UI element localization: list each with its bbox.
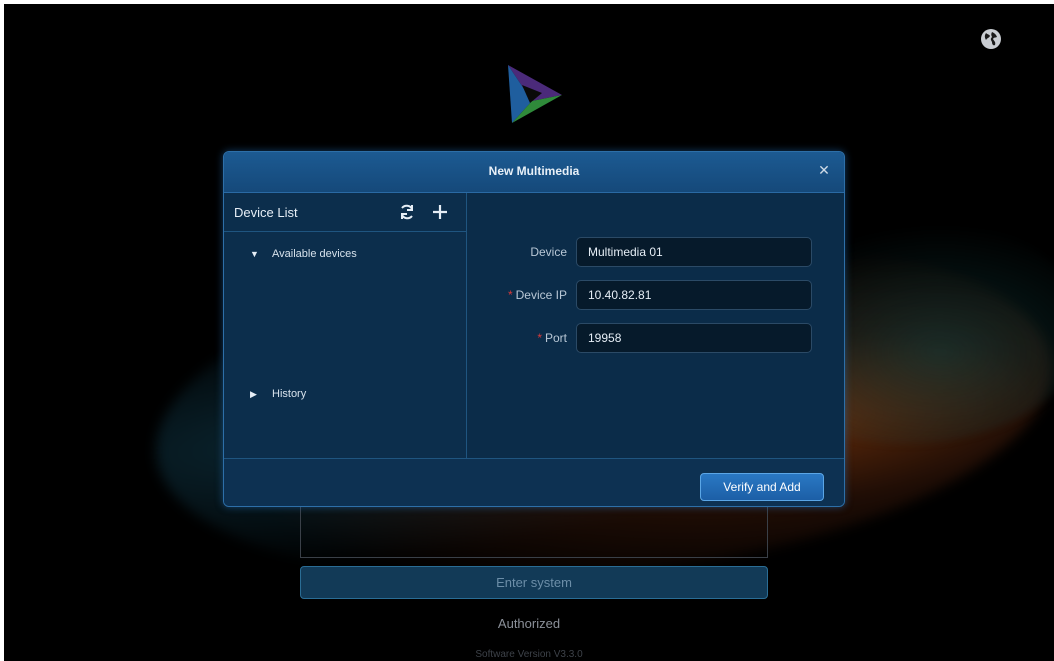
login-field-box	[300, 504, 768, 558]
required-marker: *	[507, 288, 513, 302]
authorized-label: Authorized	[497, 616, 561, 631]
dialog-footer: Verify and Add	[224, 458, 844, 506]
app-screen: Enter system Authorized Software Version…	[4, 4, 1054, 661]
port-input[interactable]	[576, 323, 812, 353]
verify-and-add-button[interactable]: Verify and Add	[700, 473, 824, 501]
new-multimedia-dialog: New Multimedia ✕ Device List ▼ Available …	[223, 151, 845, 507]
device-list-panel: Device List ▼ Available devices ▶ History	[224, 193, 467, 458]
dialog-header: New Multimedia ✕	[224, 152, 844, 193]
refresh-icon[interactable]	[398, 203, 416, 221]
tree-group-available-devices[interactable]: ▼ Available devices	[250, 248, 357, 260]
form-row-device: Device	[467, 237, 844, 269]
app-logo	[508, 65, 562, 123]
device-form-panel: Device *Device IP *Port	[467, 193, 844, 458]
dialog-title: New Multimedia	[488, 164, 580, 178]
tree-group-label: History	[272, 388, 307, 400]
caret-right-icon: ▶	[250, 389, 257, 399]
enter-system-button[interactable]: Enter system	[300, 566, 768, 599]
globe-icon[interactable]	[980, 28, 1002, 50]
device-name-input[interactable]	[576, 237, 812, 267]
device-label: Device	[530, 245, 567, 259]
caret-down-icon: ▼	[250, 249, 259, 259]
form-row-port: * Port	[467, 323, 844, 355]
device-list-title: Device List	[234, 205, 298, 220]
required-marker: *	[537, 331, 542, 345]
close-icon[interactable]: ✕	[816, 162, 832, 178]
device-ip-input[interactable]	[576, 280, 812, 310]
tree-group-label: Available devices	[272, 248, 357, 260]
device-ip-label: * Device IP	[507, 288, 567, 302]
add-icon[interactable]	[431, 203, 449, 221]
port-label: * Port	[537, 331, 567, 345]
form-row-device-ip: * Device IP	[467, 280, 844, 312]
software-version-label: Software Version V3.3.0	[475, 649, 583, 660]
device-list-header: Device List	[224, 193, 466, 232]
tree-group-history[interactable]: ▶ History	[250, 388, 306, 400]
